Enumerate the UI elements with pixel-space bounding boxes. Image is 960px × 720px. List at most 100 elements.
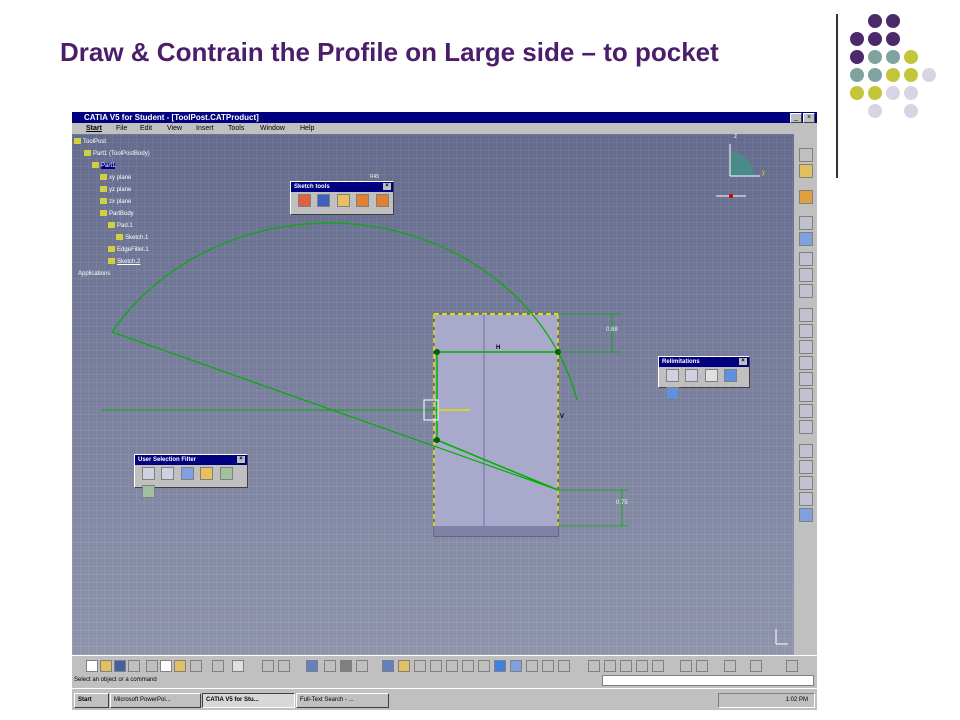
lock-icon[interactable] [340,660,352,672]
axis-icon[interactable] [799,404,813,418]
fit-all-icon[interactable] [398,660,410,672]
open-icon[interactable] [100,660,112,672]
menu-window[interactable]: Window [260,123,285,134]
corner-icon[interactable] [799,444,813,458]
volume-filter-icon[interactable] [200,467,214,481]
rotate-icon[interactable] [430,660,442,672]
sketch-tools-icon[interactable] [604,660,616,672]
grid-icon[interactable] [298,194,311,208]
help-icon[interactable] [232,660,244,672]
point-filter-icon[interactable] [142,467,155,481]
swap-icon[interactable] [558,660,570,672]
shading-icon[interactable] [526,660,538,672]
hide-show-icon[interactable] [542,660,554,672]
toolbar-tool-icon[interactable] [799,148,813,162]
point[interactable] [434,349,440,355]
curve-filter-icon[interactable] [161,467,175,481]
normal-view-icon[interactable] [478,660,490,672]
pan-icon[interactable] [414,660,426,672]
dimensional-constraints-icon[interactable] [375,194,389,208]
3d-element-icon[interactable] [799,508,813,522]
dimension-bottom-label[interactable]: 0.75 [616,500,628,506]
exit-sketcher-icon[interactable] [724,660,736,672]
menu-file[interactable]: File [116,123,127,134]
knowledge-icon[interactable] [278,660,290,672]
compass-icon[interactable] [730,152,754,176]
close-icon[interactable]: × [383,183,391,190]
save-icon[interactable] [114,660,126,672]
snap-icon[interactable] [317,194,331,208]
mirror-icon[interactable] [799,492,813,506]
options-icon[interactable] [696,660,708,672]
command-input[interactable] [602,675,814,686]
analysis-icon[interactable] [636,660,648,672]
circle-icon[interactable] [799,340,813,354]
close-icon[interactable]: × [237,456,245,463]
menu-insert[interactable]: Insert [196,123,214,134]
menu-view[interactable]: View [167,123,182,134]
formula-icon[interactable] [262,660,274,672]
catalog-icon[interactable] [324,660,336,672]
point-icon[interactable] [799,420,813,434]
redo-icon[interactable] [212,660,224,672]
break-icon[interactable] [685,369,699,383]
taskbar-full-text-search[interactable]: Full-Text Search - ... [296,693,389,708]
cut-icon[interactable] [146,660,158,672]
toolbar-tool-icon[interactable] [799,268,813,282]
profile-icon[interactable] [799,308,813,322]
print-icon[interactable] [128,660,140,672]
close-button[interactable]: × [803,113,815,123]
rectangle-icon[interactable] [799,324,813,338]
copy-icon[interactable] [160,660,172,672]
feature-filter-icon[interactable] [219,467,233,481]
point[interactable] [434,437,440,443]
close-icon[interactable]: × [739,358,747,365]
cut-part-icon[interactable] [588,660,600,672]
dot [904,50,918,64]
toolbar-tool-icon[interactable] [799,232,813,246]
quick-trim-icon[interactable] [704,369,718,383]
ellipse-icon[interactable] [799,372,813,386]
menu-tools[interactable]: Tools [228,123,244,134]
dimension-top-label[interactable]: 0.88 [606,327,618,333]
toolbar-tool-icon[interactable] [799,216,813,230]
table-icon[interactable] [306,660,318,672]
menu-help[interactable]: Help [300,123,314,134]
constraint-icon[interactable] [620,660,632,672]
workbench-icon[interactable] [750,660,762,672]
zoom-out-icon[interactable] [462,660,474,672]
geometric-constraints-icon[interactable] [356,194,370,208]
toolbar-tool-icon[interactable] [799,164,813,178]
transform-icon[interactable] [666,387,679,401]
iso-view-icon[interactable] [510,660,522,672]
menu-edit[interactable]: Edit [140,123,152,134]
construction-icon[interactable] [336,194,350,208]
undo-icon[interactable] [190,660,202,672]
measure-icon[interactable] [652,660,664,672]
taskbar-powerpoint[interactable]: Microsoft PowerPoi... [110,693,201,708]
trim-icon[interactable] [666,369,679,383]
taskbar-catia[interactable]: CATIA V5 for Stu... [202,693,295,708]
select-icon[interactable] [799,190,813,204]
line-icon[interactable] [799,388,813,402]
surface-filter-icon[interactable] [180,467,194,481]
start-button[interactable]: Start [74,693,109,708]
zoom-in-icon[interactable] [446,660,458,672]
tool-icon[interactable] [356,660,368,672]
tools-icon[interactable] [680,660,692,672]
spline-icon[interactable] [799,356,813,370]
menu-start[interactable]: Start [86,123,102,134]
minimize-button[interactable]: _ [790,113,802,123]
chamfer-icon[interactable] [799,460,813,474]
3d-viewport[interactable]: ToolPost Part1 (ToolPostBody) Part1 xy p… [72,134,794,655]
trim-icon[interactable] [799,476,813,490]
fly-icon[interactable] [382,660,394,672]
radius-label[interactable]: R45 [370,174,379,180]
toolbar-tool-icon[interactable] [799,284,813,298]
new-icon[interactable] [86,660,98,672]
multi-view-icon[interactable] [494,660,506,672]
geometry-filter-icon[interactable] [142,485,155,499]
paste-icon[interactable] [174,660,186,672]
toolbar-tool-icon[interactable] [799,252,813,266]
mirror-icon[interactable] [724,369,738,383]
